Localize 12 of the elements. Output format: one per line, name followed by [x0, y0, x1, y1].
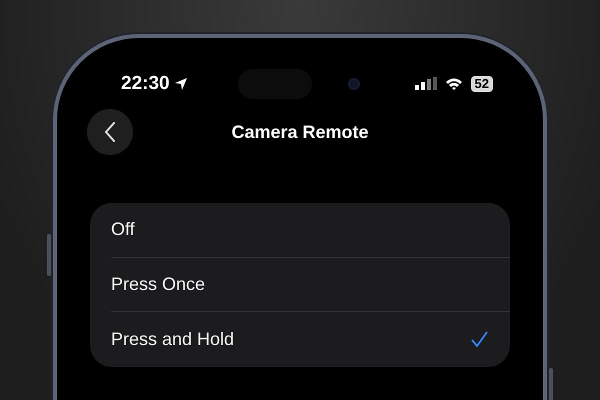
back-button[interactable]: [87, 109, 133, 155]
wifi-icon: [444, 77, 463, 91]
screen-title: Camera Remote: [231, 120, 369, 144]
battery-level: 52: [470, 76, 493, 92]
option-item[interactable]: Off: [111, 216, 135, 244]
option-item[interactable]: Press and Hold: [111, 326, 234, 353]
chevron-left-icon: [104, 122, 116, 142]
signal-icon: [414, 77, 437, 91]
location-arrow-icon: [174, 77, 188, 91]
clock-time: 22:30: [121, 72, 170, 96]
camera-lens: [348, 78, 360, 90]
option-item[interactable]: Press Once: [111, 270, 206, 298]
